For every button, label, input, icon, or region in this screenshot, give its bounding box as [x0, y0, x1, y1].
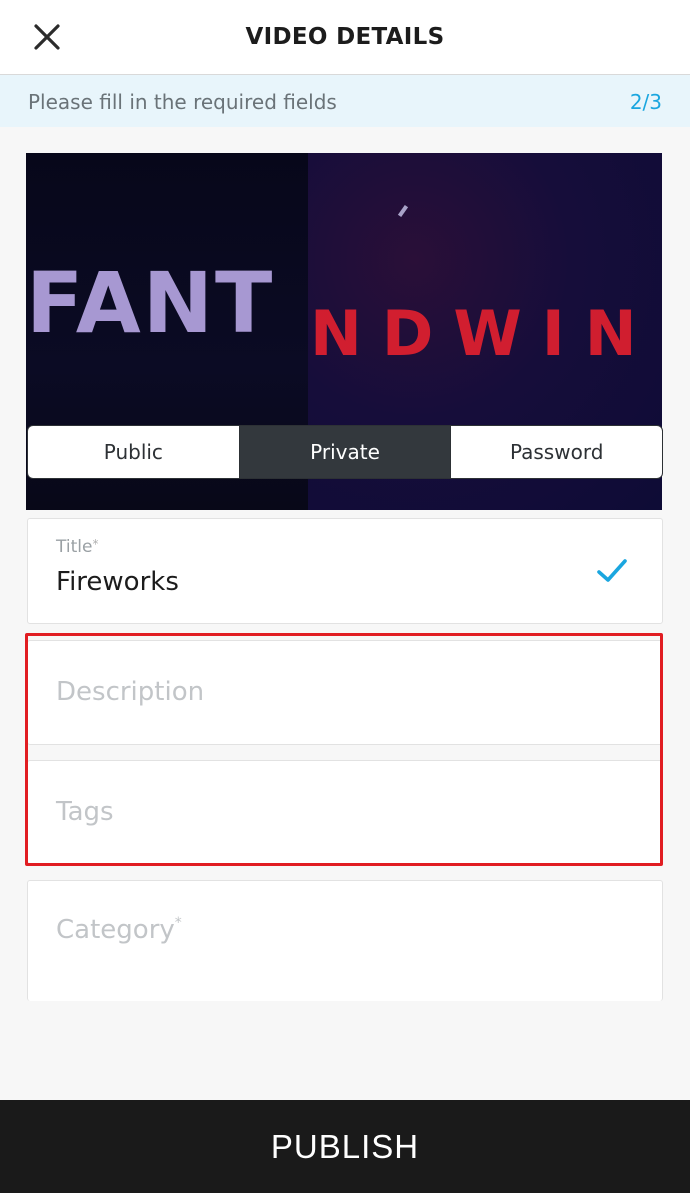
privacy-option-password[interactable]: Password: [451, 426, 662, 478]
privacy-option-private[interactable]: Private: [239, 426, 452, 478]
required-fields-banner: Please fill in the required fields 2/3: [0, 75, 690, 127]
top-bar: VIDEO DETAILS: [0, 0, 690, 75]
required-mark: *: [92, 537, 99, 551]
annotation-highlight-box: [25, 633, 663, 866]
step-indicator: 2/3: [629, 90, 662, 114]
page-title: VIDEO DETAILS: [245, 24, 445, 50]
thumbnail-sign-left: FANT: [26, 254, 275, 352]
required-mark: *: [174, 915, 182, 931]
checkmark-icon: [597, 559, 627, 582]
category-placeholder: Category*: [56, 915, 182, 945]
title-value[interactable]: Fireworks: [56, 567, 179, 597]
privacy-selector: Public Private Password: [27, 425, 663, 479]
title-field[interactable]: Title* Fireworks: [27, 518, 663, 624]
privacy-option-public[interactable]: Public: [28, 426, 240, 478]
thumbnail-sign-right: NDWIN: [310, 297, 657, 370]
publish-button[interactable]: PUBLISH: [0, 1100, 690, 1193]
category-field[interactable]: Category*: [27, 880, 663, 1001]
title-label: Title*: [56, 537, 99, 557]
banner-message: Please fill in the required fields: [28, 90, 337, 114]
